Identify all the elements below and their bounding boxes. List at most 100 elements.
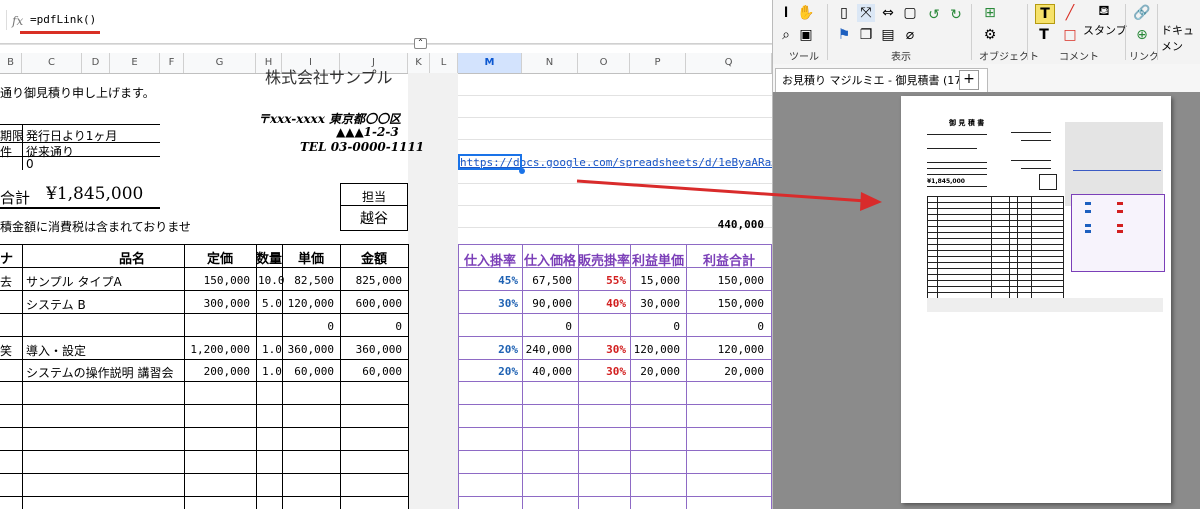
row4-sell-rate: 30% (606, 343, 626, 356)
column-header-B[interactable]: B (0, 53, 22, 73)
row4-unit-price: 360,000 (287, 343, 334, 356)
formula-bar-divider (0, 43, 772, 44)
add-link-icon[interactable]: ⊕ (1133, 26, 1151, 44)
row1-category: 去 (0, 275, 13, 289)
rotate-right-icon[interactable]: ↻ (947, 6, 965, 24)
collapse-formula-bar-button[interactable]: ⌃ (414, 38, 427, 49)
column-header-O[interactable]: O (578, 53, 630, 73)
ribbon-group-link: リンク (1129, 52, 1159, 63)
stamp-label[interactable]: スタンプ (1083, 22, 1127, 38)
ribbon-group-view: 表示 (891, 52, 911, 63)
selection-fill-handle[interactable] (519, 168, 525, 174)
row2-item: システム B (26, 298, 86, 312)
tax-note: 積金額に消費税は含まれておりませ (0, 220, 191, 234)
document-tab[interactable]: お見積り マジルミエ - 御見積書 (17)× (775, 68, 988, 93)
column-header-K[interactable]: K (408, 53, 430, 73)
column-header-D[interactable]: D (82, 53, 110, 73)
row2-qty: 5.0 (262, 297, 282, 310)
profit-header-profit-unit: 利益単価 (631, 254, 684, 269)
column-header-C[interactable]: C (22, 53, 82, 73)
intro-text: 通り御見積り申し上げます。 (0, 86, 155, 100)
row2-amount: 600,000 (355, 297, 402, 310)
pdf-page-title: 御 見 積 書 (949, 119, 985, 127)
row1-unit-price: 82,500 (294, 274, 334, 287)
snapshot-icon[interactable]: ▣ (797, 26, 815, 44)
line-tool-icon[interactable]: ╱ (1061, 4, 1079, 22)
row4-profit-unit: 120,000 (633, 343, 680, 356)
row5-profit-total: 20,000 (724, 365, 764, 378)
ribbon-group-tools: ツール (789, 52, 819, 63)
pdf-page-total: ¥1,845,000 (927, 178, 965, 185)
header-category: ナ (0, 252, 14, 267)
stamp-icon[interactable]: ⛾ (1095, 2, 1113, 20)
bookmark-icon[interactable]: ⚑ (835, 26, 853, 44)
pdf-canvas[interactable]: 御 見 積 書 ¥1,845,000 (773, 92, 1200, 509)
row1-qty: 10.0 (258, 274, 285, 287)
text-box-icon[interactable]: T (1035, 26, 1053, 44)
fx-icon: fx (12, 14, 24, 28)
profit-header-buy-rate: 仕入掛率 (463, 254, 516, 269)
pdf-page: 御 見 積 書 ¥1,845,000 (901, 96, 1171, 503)
pdf-viewer-window: 𝐈 ✋ ⌕ ▣ ツール ▯ ⤧ ⇔ ▢ ⚑ ❐ ▤ ⌀ ↺ ↻ 表示 ⊞ ⚙ オ… (772, 0, 1200, 509)
formula-bar-separator (6, 10, 7, 30)
fit-page-icon[interactable]: ⤧ (857, 4, 875, 22)
link-icon[interactable]: 🔗 (1133, 4, 1151, 22)
address-line2: ▲▲▲1-2-3 (336, 125, 399, 139)
margin-columns-background (408, 73, 458, 509)
column-header-G[interactable]: G (184, 53, 256, 73)
row2-unit-price: 120,000 (287, 297, 334, 310)
row4-category: 笑 (0, 344, 13, 358)
formula-text[interactable]: =pdfLink() (30, 13, 96, 26)
row5-profit-unit: 20,000 (640, 365, 680, 378)
new-tab-button[interactable]: + (959, 70, 979, 90)
formula-bar[interactable]: fx =pdfLink() (0, 0, 772, 45)
paste-icon[interactable]: ▤ (879, 26, 897, 44)
column-header-N[interactable]: N (522, 53, 578, 73)
ribbon-toolbar: 𝐈 ✋ ⌕ ▣ ツール ▯ ⤧ ⇔ ▢ ⚑ ❐ ▤ ⌀ ↺ ↻ 表示 ⊞ ⚙ オ… (773, 0, 1200, 65)
column-header-F[interactable]: F (160, 53, 184, 73)
column-header-P[interactable]: P (630, 53, 686, 73)
row3-unit-price: 0 (327, 320, 334, 333)
row5-list-price: 200,000 (203, 365, 250, 378)
formula-highlight-underline (20, 31, 100, 34)
text-comment-icon[interactable]: T (1035, 4, 1055, 24)
document-tab-bar: お見積り マジルミエ - 御見積書 (17)× + (773, 64, 1200, 93)
row1-item: サンプル タイプA (26, 275, 122, 289)
header-qty: 数量 (256, 252, 282, 267)
ribbon-group-object: オブジェクト (979, 52, 1039, 63)
row2-profit-unit: 30,000 (640, 297, 680, 310)
column-header-M[interactable]: M (458, 53, 522, 73)
company-name-partial: 株式会社サンプル (265, 68, 393, 87)
row2-list-price: 300,000 (203, 297, 250, 310)
row1-profit-unit: 15,000 (640, 274, 680, 287)
single-page-icon[interactable]: ▯ (835, 4, 853, 22)
row1-buy-price: 67,500 (532, 274, 572, 287)
column-header-E[interactable]: E (110, 53, 160, 73)
row5-buy-rate: 20% (498, 365, 518, 378)
fit-width-icon[interactable]: ⇔ (879, 4, 897, 22)
actual-size-icon[interactable]: ▢ (901, 4, 919, 22)
rectangle-tool-icon[interactable]: □ (1061, 26, 1079, 44)
hand-tool-icon[interactable]: ✋ (797, 4, 815, 22)
header-unit-price: 単価 (297, 252, 324, 267)
row4-buy-rate: 20% (498, 343, 518, 356)
profit-total-sum: 440,000 (717, 218, 764, 231)
column-header-L[interactable]: L (430, 53, 458, 73)
column-header-Q[interactable]: Q (686, 53, 772, 73)
copy-icon[interactable]: ❐ (857, 26, 875, 44)
row4-buy-price: 240,000 (525, 343, 572, 356)
staff-label: 担当 (361, 190, 386, 204)
rotate-left-icon[interactable]: ↺ (925, 6, 943, 24)
select-text-icon[interactable]: 𝐈 (777, 4, 795, 22)
row3-profit-total: 0 (757, 320, 764, 333)
add-object-icon[interactable]: ⊞ (981, 4, 999, 22)
document-label[interactable]: ドキュメン (1161, 22, 1200, 54)
blank-zero-value: 0 (26, 157, 34, 171)
selected-cell-M[interactable] (458, 154, 522, 170)
profit-header-buy-price: 仕入価格 (523, 254, 576, 269)
spreadsheet: fx =pdfLink() ⌃ B C D E F G H I J K L M … (0, 0, 772, 509)
attach-icon[interactable]: ⌀ (901, 26, 919, 44)
zoom-icon[interactable]: ⌕ (777, 26, 795, 44)
header-item: 品名 (118, 252, 145, 267)
object-settings-icon[interactable]: ⚙ (981, 26, 999, 44)
